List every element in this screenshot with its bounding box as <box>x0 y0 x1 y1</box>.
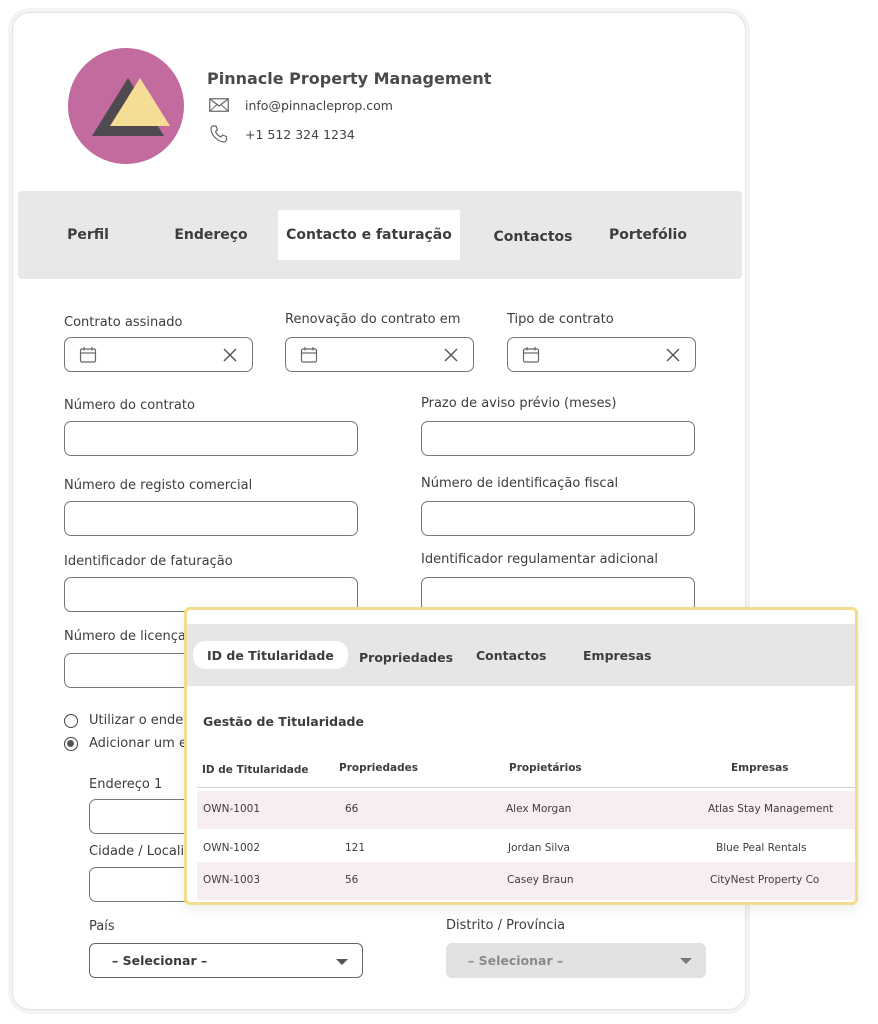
company-name: Pinnacle Property Management <box>207 69 492 88</box>
column-header-owners[interactable]: Propietários <box>509 762 582 774</box>
company-logo <box>68 48 184 164</box>
address1-label: Endereço 1 <box>89 777 163 792</box>
tab-perfil[interactable]: Perfil <box>48 210 128 260</box>
tax-id-label: Número de identificação fiscal <box>421 476 619 491</box>
contract-renewal-date-input[interactable] <box>285 337 474 372</box>
district-select[interactable]: – Selecionar – <box>446 943 706 978</box>
section-tabbar: Perfil Endereço Contacto e faturação Con… <box>18 191 742 279</box>
cell-properties: 66 <box>345 803 359 815</box>
radio-button-checked[interactable] <box>64 736 78 751</box>
address-option-add-new[interactable]: Adicionar um en <box>64 736 195 751</box>
country-select[interactable]: – Selecionar – <box>89 943 363 978</box>
tab-ownership-id[interactable]: ID de Titularidade <box>193 641 348 669</box>
address-option-label: Utilizar o endere <box>89 713 197 728</box>
company-phone-line: +1 512 324 1234 <box>207 125 355 143</box>
tab-properties[interactable]: Propriedades <box>359 643 453 671</box>
radio-button[interactable] <box>64 713 78 728</box>
triangle-logo-icon <box>92 78 170 136</box>
cell-ownership-id: OWN-1002 <box>203 842 261 854</box>
contract-signed-label: Contrato assinado <box>64 315 183 330</box>
company-email[interactable]: info@pinnacleprop.com <box>245 98 393 113</box>
cell-company: Atlas Stay Management <box>708 803 834 815</box>
contract-type-label: Tipo de contrato <box>507 312 614 327</box>
cell-properties: 56 <box>345 874 359 886</box>
city-label: Cidade / Locali <box>89 844 185 859</box>
cell-ownership-id: OWN-1003 <box>203 874 261 886</box>
cell-company: CityNest Property Co <box>710 874 820 886</box>
envelope-icon <box>207 96 231 114</box>
commercial-registry-label: Número de registo comercial <box>64 478 253 493</box>
dropdown-arrow-icon[interactable] <box>336 959 348 965</box>
tab-contactos[interactable]: Contactos <box>488 212 578 262</box>
column-header-companies[interactable]: Empresas <box>731 762 789 774</box>
contract-signed-date-input[interactable] <box>64 337 253 372</box>
district-selected-value: – Selecionar – <box>468 953 564 968</box>
address-option-use-existing[interactable]: Utilizar o endere <box>64 713 196 728</box>
dropdown-arrow-icon[interactable] <box>680 958 692 964</box>
table-row[interactable]: OWN-1003 56 Casey Braun CityNest Propert… <box>197 862 855 900</box>
contract-renewal-label: Renovação do contrato em <box>285 312 461 327</box>
ownership-panel: ID de Titularidade Propriedades Contacto… <box>184 607 858 905</box>
cell-owner: Casey Braun <box>507 874 574 886</box>
contract-type-input[interactable] <box>507 337 696 372</box>
phone-icon <box>207 125 231 143</box>
clear-icon[interactable] <box>443 347 459 367</box>
cell-ownership-id: OWN-1001 <box>203 803 261 815</box>
commercial-registry-input[interactable] <box>64 501 358 536</box>
notice-period-input[interactable] <box>421 421 695 456</box>
cell-owner: Jordan Silva <box>508 842 570 854</box>
clear-icon[interactable] <box>222 347 238 367</box>
column-header-ownership-id[interactable]: ID de Titularidade <box>202 764 309 776</box>
ownership-tabbar: ID de Titularidade Propriedades Contacto… <box>187 624 855 686</box>
country-selected-value: – Selecionar – <box>112 953 208 968</box>
ownership-title: Gestão de Titularidade <box>203 714 364 729</box>
billing-id-label: Identificador de faturação <box>64 554 233 569</box>
calendar-icon[interactable] <box>522 346 540 368</box>
tab-contacts[interactable]: Contactos <box>476 641 546 669</box>
tab-companies[interactable]: Empresas <box>583 641 651 669</box>
cell-company: Blue Peal Rentals <box>716 842 807 854</box>
tax-id-input[interactable] <box>421 501 695 536</box>
cell-owner: Alex Morgan <box>506 803 572 815</box>
calendar-icon[interactable] <box>79 346 97 368</box>
tab-portefolio[interactable]: Portefólio <box>603 210 693 260</box>
contract-number-input[interactable] <box>64 421 358 456</box>
tab-endereco[interactable]: Endereço <box>166 210 256 260</box>
calendar-icon[interactable] <box>300 346 318 368</box>
company-email-line: info@pinnacleprop.com <box>207 96 393 114</box>
additional-regulatory-id-label: Identificador regulamentar adicional <box>421 552 658 567</box>
table-row[interactable]: OWN-1001 66 Alex Morgan Atlas Stay Manag… <box>197 791 855 829</box>
company-phone[interactable]: +1 512 324 1234 <box>245 127 355 142</box>
clear-icon[interactable] <box>665 347 681 367</box>
district-label: Distrito / Província <box>446 918 566 933</box>
notice-period-label: Prazo de aviso prévio (meses) <box>421 396 617 411</box>
country-label: País <box>89 919 115 934</box>
cell-properties: 121 <box>345 842 366 854</box>
license-number-label: Número de licença <box>64 629 186 644</box>
tab-contacto-faturacao[interactable]: Contacto e faturação <box>278 210 460 260</box>
table-header-divider <box>197 787 855 788</box>
column-header-properties[interactable]: Propriedades <box>339 762 418 774</box>
address-option-label: Adicionar um en <box>89 736 196 751</box>
contract-number-label: Número do contrato <box>64 398 195 413</box>
